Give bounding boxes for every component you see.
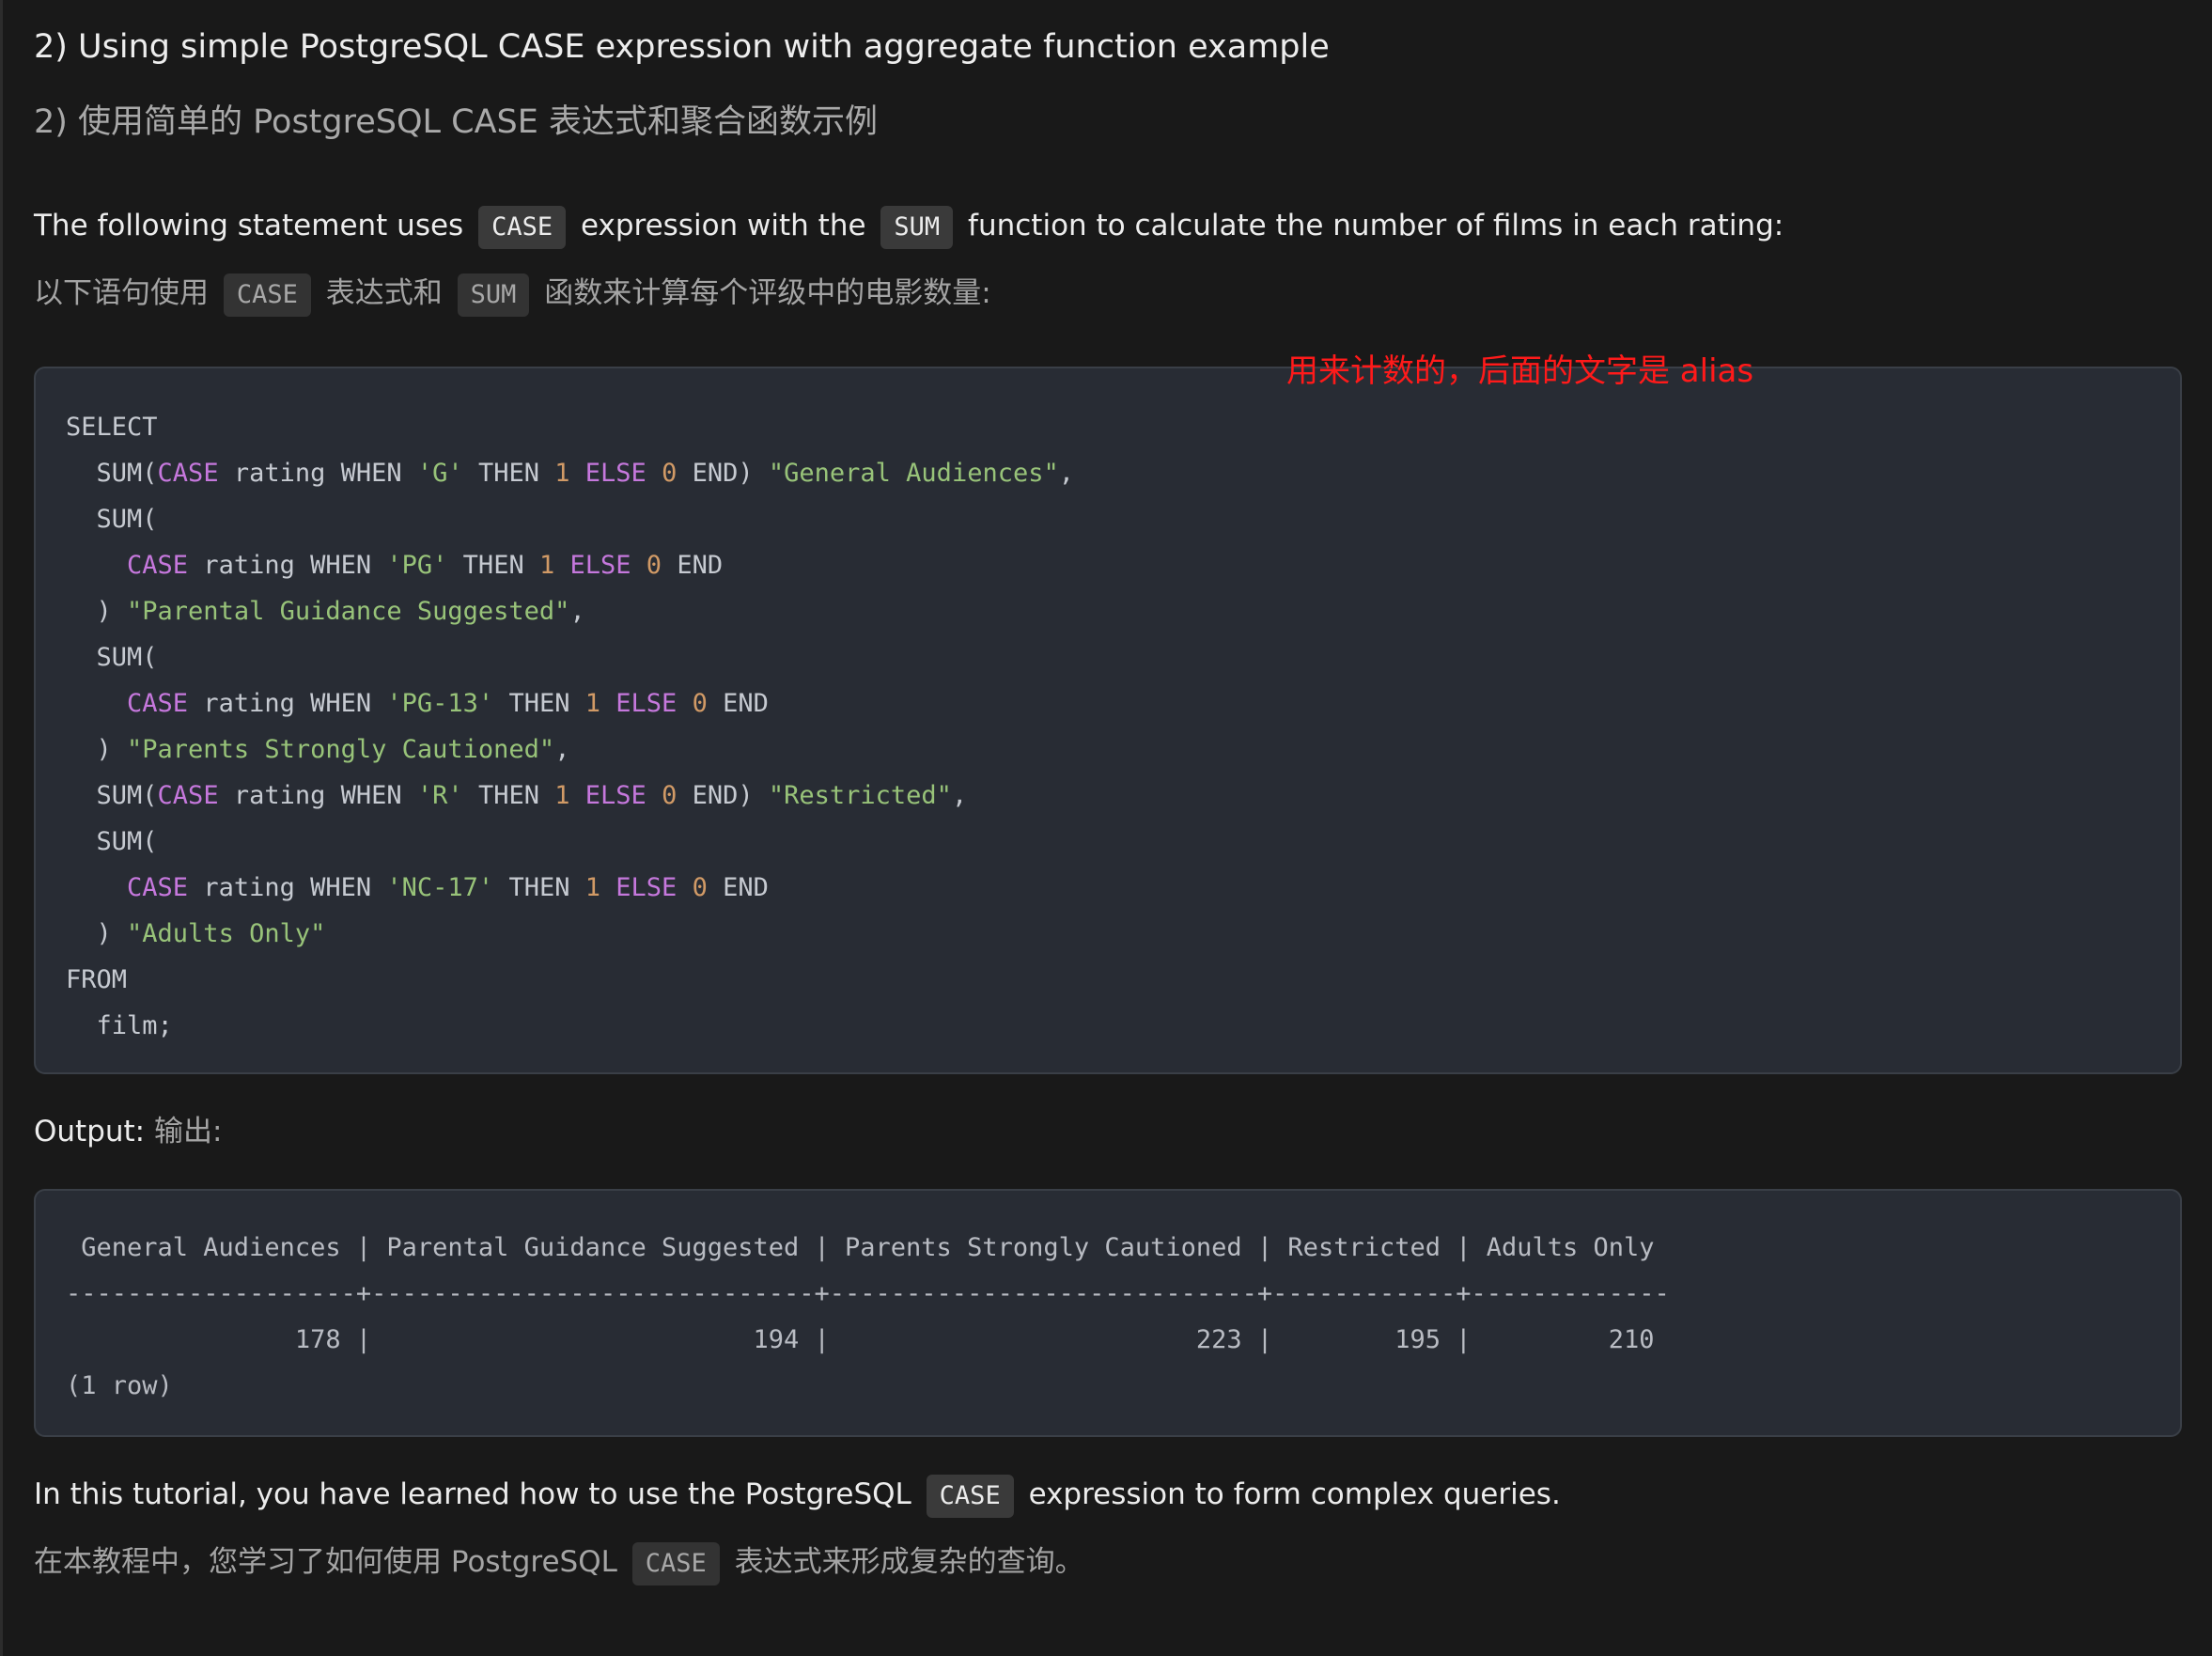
inline-code-case: CASE [926,1475,1014,1518]
inline-code-case: CASE [631,1542,720,1586]
conclusion-zh-text-1: 在本教程中，您学习了如何使用 PostgreSQL [34,1545,617,1579]
intro-paragraph-translation: 以下语句使用 CASE 表达式和 SUM 函数来计算每个评级中的电影数量: [34,271,991,317]
output-code-block[interactable]: General Audiences | Parental Guidance Su… [34,1189,2182,1437]
intro-zh-text-1: 以下语句使用 [34,276,209,310]
output-label-en: Output: [34,1115,146,1148]
sql-code-block[interactable]: SELECT SUM(CASE rating WHEN 'G' THEN 1 E… [34,367,2182,1074]
section-heading: 2) Using simple PostgreSQL CASE expressi… [34,28,1330,66]
left-border [0,0,3,1656]
output-label-zh: 输出: [154,1115,223,1148]
conclusion-text-1: In this tutorial, you have learned how t… [34,1477,911,1511]
output-label: Output: 输出: [34,1109,222,1154]
conclusion-paragraph: In this tutorial, you have learned how t… [34,1472,1561,1518]
inline-code-case: CASE [223,273,311,317]
inline-code-sum: SUM [880,206,954,249]
sql-code: SELECT SUM(CASE rating WHEN 'G' THEN 1 E… [66,413,1074,1040]
intro-text-3: function to calculate the number of film… [968,209,1784,242]
inline-code-case: CASE [478,206,567,249]
section-heading-translation: 2) 使用简单的 PostgreSQL CASE 表达式和聚合函数示例 [34,103,879,141]
intro-paragraph: The following statement uses CASE expres… [34,203,1784,249]
intro-text-1: The following statement uses [34,209,464,242]
intro-zh-text-2: 表达式和 [325,276,443,310]
conclusion-zh-text-2: 表达式来形成复杂的查询。 [734,1545,1084,1579]
intro-text-2: expression with the [580,209,866,242]
conclusion-text-2: expression to form complex queries. [1028,1477,1561,1511]
handwritten-annotation: 用来计数的，后面的文字是 alias [1286,352,1754,390]
inline-code-sum: SUM [457,273,530,317]
intro-zh-text-3: 函数来计算每个评级中的电影数量: [544,276,991,310]
query-output: General Audiences | Parental Guidance Su… [66,1233,1670,1400]
conclusion-paragraph-translation: 在本教程中，您学习了如何使用 PostgreSQL CASE 表达式来形成复杂的… [34,1539,1084,1586]
